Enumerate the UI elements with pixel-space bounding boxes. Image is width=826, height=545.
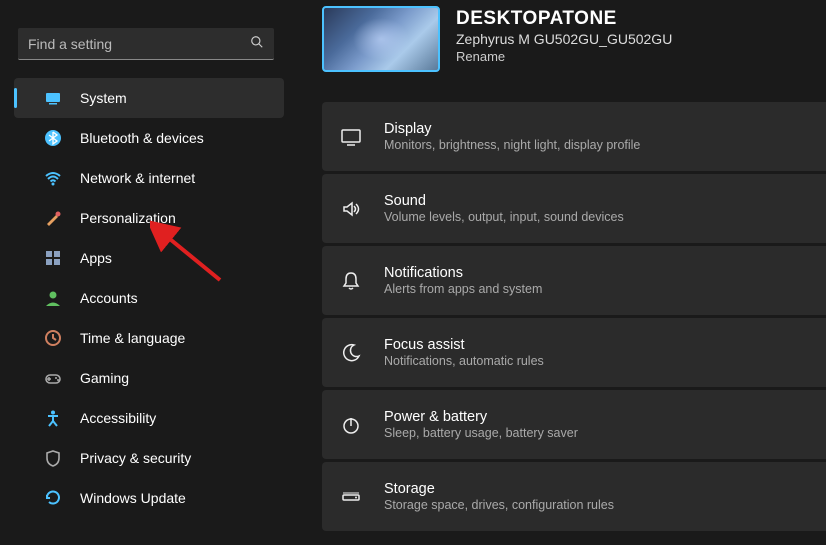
nav-item-accessibility[interactable]: Accessibility — [14, 398, 284, 438]
device-info: DESKTOPATONE Zephyrus M GU502GU_GU502GU … — [456, 6, 672, 64]
nav-item-windows-update[interactable]: Windows Update — [14, 478, 284, 518]
row-text: SoundVolume levels, output, input, sound… — [384, 193, 826, 224]
row-desc: Notifications, automatic rules — [384, 354, 826, 368]
display-icon — [340, 126, 362, 148]
rename-link[interactable]: Rename — [456, 49, 672, 64]
nav-item-accounts[interactable]: Accounts — [14, 278, 284, 318]
row-desc: Alerts from apps and system — [384, 282, 826, 296]
row-desc: Volume levels, output, input, sound devi… — [384, 210, 826, 224]
update-icon — [44, 489, 62, 507]
search-box[interactable] — [18, 28, 274, 60]
row-title: Display — [384, 121, 826, 137]
row-text: DisplayMonitors, brightness, night light… — [384, 121, 826, 152]
nav-label: Network & internet — [80, 170, 195, 186]
row-text: NotificationsAlerts from apps and system — [384, 265, 826, 296]
device-thumbnail[interactable] — [322, 6, 440, 72]
bell-icon — [340, 270, 362, 292]
sound-icon — [340, 198, 362, 220]
row-desc: Sleep, battery usage, battery saver — [384, 426, 826, 440]
nav-item-personalization[interactable]: Personalization — [14, 198, 284, 238]
search-icon — [250, 35, 264, 52]
nav-label: Accounts — [80, 290, 138, 306]
nav-item-network-internet[interactable]: Network & internet — [14, 158, 284, 198]
nav-label: Accessibility — [80, 410, 156, 426]
wifi-icon — [44, 169, 62, 187]
settings-row-storage[interactable]: StorageStorage space, drives, configurat… — [322, 462, 826, 531]
brush-icon — [44, 209, 62, 227]
nav-item-privacy-security[interactable]: Privacy & security — [14, 438, 284, 478]
row-desc: Storage space, drives, configuration rul… — [384, 498, 826, 512]
power-icon — [340, 414, 362, 436]
row-title: Storage — [384, 481, 826, 497]
nav-item-apps[interactable]: Apps — [14, 238, 284, 278]
person-icon — [44, 289, 62, 307]
search-input[interactable] — [28, 36, 250, 52]
nav-item-time-language[interactable]: Time & language — [14, 318, 284, 358]
clock-icon — [44, 329, 62, 347]
settings-row-display[interactable]: DisplayMonitors, brightness, night light… — [322, 102, 826, 171]
row-title: Notifications — [384, 265, 826, 281]
nav-label: Privacy & security — [80, 450, 191, 466]
shield-icon — [44, 449, 62, 467]
nav-item-bluetooth-devices[interactable]: Bluetooth & devices — [14, 118, 284, 158]
device-model: Zephyrus M GU502GU_GU502GU — [456, 31, 672, 47]
nav-label: Gaming — [80, 370, 129, 386]
row-title: Power & battery — [384, 409, 826, 425]
gamepad-icon — [44, 369, 62, 387]
settings-row-power-battery[interactable]: Power & batterySleep, battery usage, bat… — [322, 390, 826, 459]
row-desc: Monitors, brightness, night light, displ… — [384, 138, 826, 152]
nav-label: Time & language — [80, 330, 185, 346]
nav-list: System Bluetooth & devices Network & inter… — [0, 78, 292, 518]
device-header: DESKTOPATONE Zephyrus M GU502GU_GU502GU … — [322, 6, 826, 72]
settings-list: DisplayMonitors, brightness, night light… — [322, 102, 826, 531]
nav-label: System — [80, 90, 127, 106]
row-text: Focus assistNotifications, automatic rul… — [384, 337, 826, 368]
row-text: Power & batterySleep, battery usage, bat… — [384, 409, 826, 440]
row-text: StorageStorage space, drives, configurat… — [384, 481, 826, 512]
nav-label: Apps — [80, 250, 112, 266]
settings-row-sound[interactable]: SoundVolume levels, output, input, sound… — [322, 174, 826, 243]
row-title: Sound — [384, 193, 826, 209]
settings-row-notifications[interactable]: NotificationsAlerts from apps and system — [322, 246, 826, 315]
nav-label: Personalization — [80, 210, 176, 226]
nav-item-gaming[interactable]: Gaming — [14, 358, 284, 398]
storage-icon — [340, 486, 362, 508]
nav-label: Bluetooth & devices — [80, 130, 204, 146]
nav-label: Windows Update — [80, 490, 186, 506]
device-name: DESKTOPATONE — [456, 8, 672, 30]
main-panel: DESKTOPATONE Zephyrus M GU502GU_GU502GU … — [322, 6, 826, 545]
system-icon — [44, 89, 62, 107]
accessibility-icon — [44, 409, 62, 427]
sidebar: System Bluetooth & devices Network & inter… — [0, 0, 292, 539]
apps-icon — [44, 249, 62, 267]
bluetooth-icon — [44, 129, 62, 147]
moon-icon — [340, 342, 362, 364]
nav-item-system[interactable]: System — [14, 78, 284, 118]
settings-row-focus-assist[interactable]: Focus assistNotifications, automatic rul… — [322, 318, 826, 387]
row-title: Focus assist — [384, 337, 826, 353]
